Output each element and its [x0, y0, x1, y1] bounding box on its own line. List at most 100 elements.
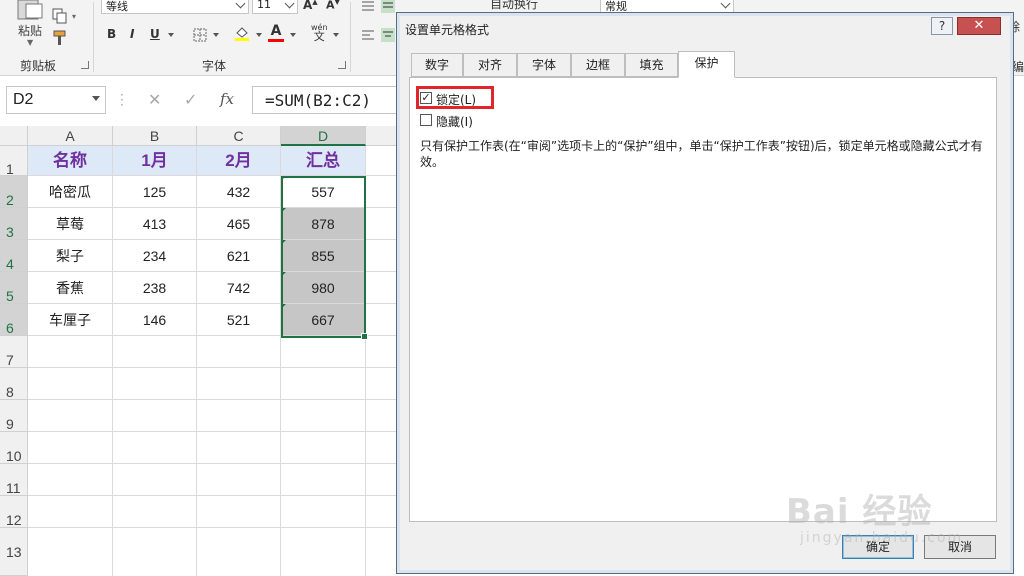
table-cell[interactable]: 667: [281, 304, 366, 336]
align-left-icon[interactable]: [360, 27, 376, 43]
wrap-text-button[interactable]: 自动换行: [490, 0, 538, 12]
paste-button[interactable]: 粘贴: [18, 22, 42, 39]
hidden-label[interactable]: 隐藏(I): [436, 113, 473, 130]
font-color-dropdown-icon[interactable]: [290, 33, 296, 37]
font-color-icon[interactable]: A: [268, 24, 284, 42]
column-header-e[interactable]: [366, 126, 400, 146]
table-cell[interactable]: 742: [197, 272, 281, 304]
row-header[interactable]: 10: [0, 432, 28, 464]
name-box[interactable]: D2: [6, 86, 106, 114]
row-header[interactable]: 13: [0, 528, 28, 576]
clipboard-group-label: 剪贴板: [20, 59, 57, 73]
align-center-icon[interactable]: [380, 27, 396, 43]
font-name-value: 等线: [106, 0, 128, 13]
row-header[interactable]: 7: [0, 336, 28, 368]
table-cell[interactable]: 哈密瓜: [28, 176, 113, 208]
locked-checkbox-row[interactable]: ✓ 锁定(L): [416, 86, 500, 109]
select-all-corner[interactable]: [0, 126, 28, 146]
table-cell[interactable]: 855: [281, 240, 366, 272]
underline-button[interactable]: U: [150, 27, 160, 41]
fill-color-dropdown-icon[interactable]: [256, 33, 262, 37]
table-cell[interactable]: 432: [197, 176, 281, 208]
row-header[interactable]: 11: [0, 464, 28, 496]
column-header-b[interactable]: B: [113, 126, 197, 146]
align-top-icon[interactable]: [360, 0, 376, 14]
column-e-grid[interactable]: [366, 146, 400, 336]
phonetic-dropdown-icon[interactable]: [333, 33, 339, 37]
hidden-checkbox-row[interactable]: 隐藏(I): [420, 112, 500, 130]
border-icon[interactable]: [192, 27, 208, 43]
table-cell[interactable]: 557: [281, 176, 366, 208]
table-cell[interactable]: 香蕉: [28, 272, 113, 304]
table-cell[interactable]: 146: [113, 304, 197, 336]
cancel-icon[interactable]: ✕: [148, 90, 161, 109]
fill-handle[interactable]: [361, 333, 368, 340]
row-header[interactable]: 5: [0, 272, 28, 304]
table-header-cell[interactable]: 汇总: [281, 146, 366, 176]
table-cell[interactable]: 413: [113, 208, 197, 240]
table-cell[interactable]: 465: [197, 208, 281, 240]
cancel-button[interactable]: 取消: [924, 535, 996, 559]
increase-font-icon[interactable]: A▲: [303, 0, 318, 12]
row-header[interactable]: 6: [0, 304, 28, 336]
row-header[interactable]: 1: [0, 146, 28, 177]
tab-alignment[interactable]: 对齐: [463, 53, 517, 77]
formula-warning-marker: [281, 272, 286, 277]
row-header[interactable]: 2: [0, 176, 28, 208]
underline-dropdown-icon[interactable]: [168, 33, 174, 37]
ok-button[interactable]: 确定: [842, 535, 914, 559]
paste-icon[interactable]: [16, 0, 44, 20]
table-header-cell[interactable]: 2月: [197, 146, 281, 176]
table-header-cell[interactable]: 名称: [28, 146, 113, 176]
row-header[interactable]: 4: [0, 240, 28, 272]
border-dropdown-icon[interactable]: [213, 33, 219, 37]
table-cell[interactable]: 521: [197, 304, 281, 336]
tab-border[interactable]: 边框: [571, 53, 625, 77]
row-header[interactable]: 3: [0, 208, 28, 240]
orientation-icon[interactable]: [380, 0, 396, 14]
worksheet-grid[interactable]: A B C D 1 2 3 4 5 6 7 8 9 10 11 12 13 名称…: [0, 126, 400, 576]
row-header[interactable]: 12: [0, 496, 28, 528]
format-painter-icon[interactable]: [52, 30, 68, 46]
enter-icon[interactable]: ✓: [184, 90, 197, 109]
fill-color-icon[interactable]: [234, 25, 250, 41]
table-cell[interactable]: 621: [197, 240, 281, 272]
table-cell[interactable]: 125: [113, 176, 197, 208]
font-launcher-icon[interactable]: [338, 61, 346, 69]
copy-icon[interactable]: [52, 8, 68, 24]
bold-button[interactable]: B: [107, 27, 116, 41]
row-header[interactable]: 8: [0, 368, 28, 400]
help-button[interactable]: ?: [931, 17, 953, 35]
table-cell[interactable]: 238: [113, 272, 197, 304]
italic-button[interactable]: I: [130, 27, 134, 41]
empty-grid[interactable]: [28, 336, 400, 576]
decrease-font-icon[interactable]: A▼: [326, 0, 340, 12]
table-cell[interactable]: 980: [281, 272, 366, 304]
hidden-checkbox[interactable]: [420, 114, 432, 126]
table-cell-value: 980: [311, 280, 335, 296]
copy-dropdown-icon[interactable]: ▾: [72, 12, 76, 21]
phonetic-button[interactable]: wén 文: [311, 23, 328, 42]
column-header-a[interactable]: A: [28, 126, 113, 146]
tab-number[interactable]: 数字: [411, 53, 463, 77]
formula-bar-grip-icon[interactable]: · · ·: [120, 89, 124, 111]
tab-protection[interactable]: 保护: [678, 51, 735, 78]
table-cell[interactable]: 234: [113, 240, 197, 272]
font-name-combo[interactable]: 等线: [101, 0, 249, 14]
font-size-value: 11: [257, 0, 271, 11]
tab-font[interactable]: 字体: [517, 53, 571, 77]
clipboard-launcher-icon[interactable]: [81, 61, 89, 69]
table-cell[interactable]: 车厘子: [28, 304, 113, 336]
column-header-d[interactable]: D: [281, 126, 366, 146]
table-header-cell[interactable]: 1月: [113, 146, 197, 176]
table-cell[interactable]: 梨子: [28, 240, 113, 272]
row-header[interactable]: 9: [0, 400, 28, 432]
insert-function-icon[interactable]: fx: [220, 90, 234, 108]
table-cell[interactable]: 草莓: [28, 208, 113, 240]
paste-dropdown-icon[interactable]: ▼: [27, 38, 33, 47]
table-cell[interactable]: 878: [281, 208, 366, 240]
column-header-c[interactable]: C: [197, 126, 281, 146]
close-button[interactable]: ✕: [957, 17, 1001, 35]
font-size-combo[interactable]: 11: [252, 0, 298, 14]
tab-fill[interactable]: 填充: [625, 53, 678, 77]
